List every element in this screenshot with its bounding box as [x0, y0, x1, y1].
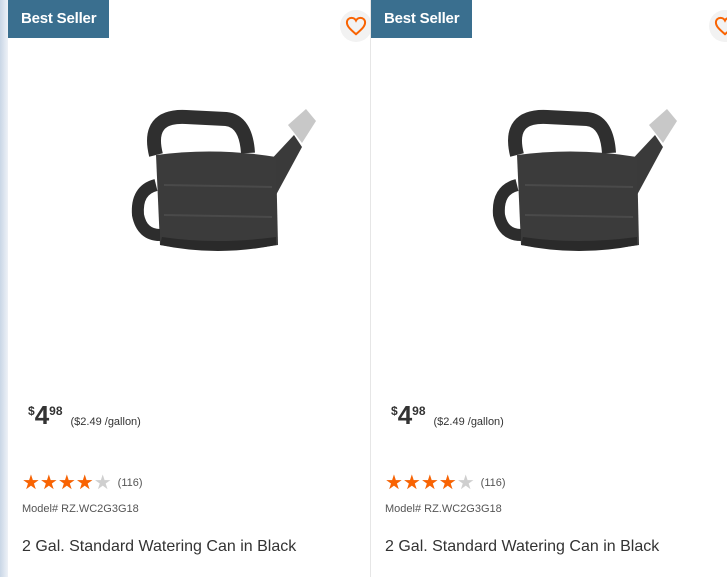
star-rating: ★★★★★ ★★★★★	[385, 472, 475, 494]
product-image[interactable]	[116, 95, 316, 270]
product-title[interactable]: 2 Gal. Standard Watering Can in Black	[385, 538, 659, 556]
review-count[interactable]: (116)	[118, 477, 143, 489]
price-cents: 98	[412, 404, 426, 418]
price: $ 4 98	[28, 400, 63, 430]
best-seller-badge: Best Seller	[371, 0, 473, 38]
star-rating: ★★★★★ ★★★★★	[22, 472, 112, 494]
heart-icon	[345, 16, 367, 36]
price-symbol: $	[391, 404, 398, 418]
best-seller-badge: Best Seller	[8, 0, 110, 38]
scroll-edge	[0, 0, 8, 577]
price-dollars: 4	[397, 400, 413, 430]
stars-filled-icon: ★★★★★	[22, 472, 94, 494]
price-row: $ 4 98 ($2.49 /gallon)	[28, 400, 141, 430]
rating[interactable]: ★★★★★ ★★★★★ (116)	[385, 472, 506, 494]
unit-price: ($2.49 /gallon)	[433, 416, 504, 428]
review-count[interactable]: (116)	[481, 477, 506, 489]
product-image[interactable]	[477, 95, 677, 270]
unit-price: ($2.49 /gallon)	[70, 416, 141, 428]
price-symbol: $	[28, 404, 35, 418]
favorite-button[interactable]	[340, 10, 370, 42]
model-number: Model# RZ.WC2G3G18	[385, 503, 502, 515]
product-card[interactable]: Best Seller $ 4 98 ($2.49 /gallon) ★★★★★…	[371, 0, 727, 577]
heart-icon	[714, 16, 727, 36]
product-title[interactable]: 2 Gal. Standard Watering Can in Black	[22, 538, 296, 556]
rating[interactable]: ★★★★★ ★★★★★ (116)	[22, 472, 143, 494]
price-cents: 98	[49, 404, 63, 418]
favorite-button[interactable]	[709, 10, 727, 42]
model-number: Model# RZ.WC2G3G18	[22, 503, 139, 515]
stars-filled-icon: ★★★★★	[385, 472, 457, 494]
price-dollars: 4	[34, 400, 50, 430]
price-row: $ 4 98 ($2.49 /gallon)	[391, 400, 504, 430]
price: $ 4 98	[391, 400, 426, 430]
product-card[interactable]: Best Seller $ 4 98 ($2.49 /gallon) ★★★★★…	[8, 0, 371, 577]
